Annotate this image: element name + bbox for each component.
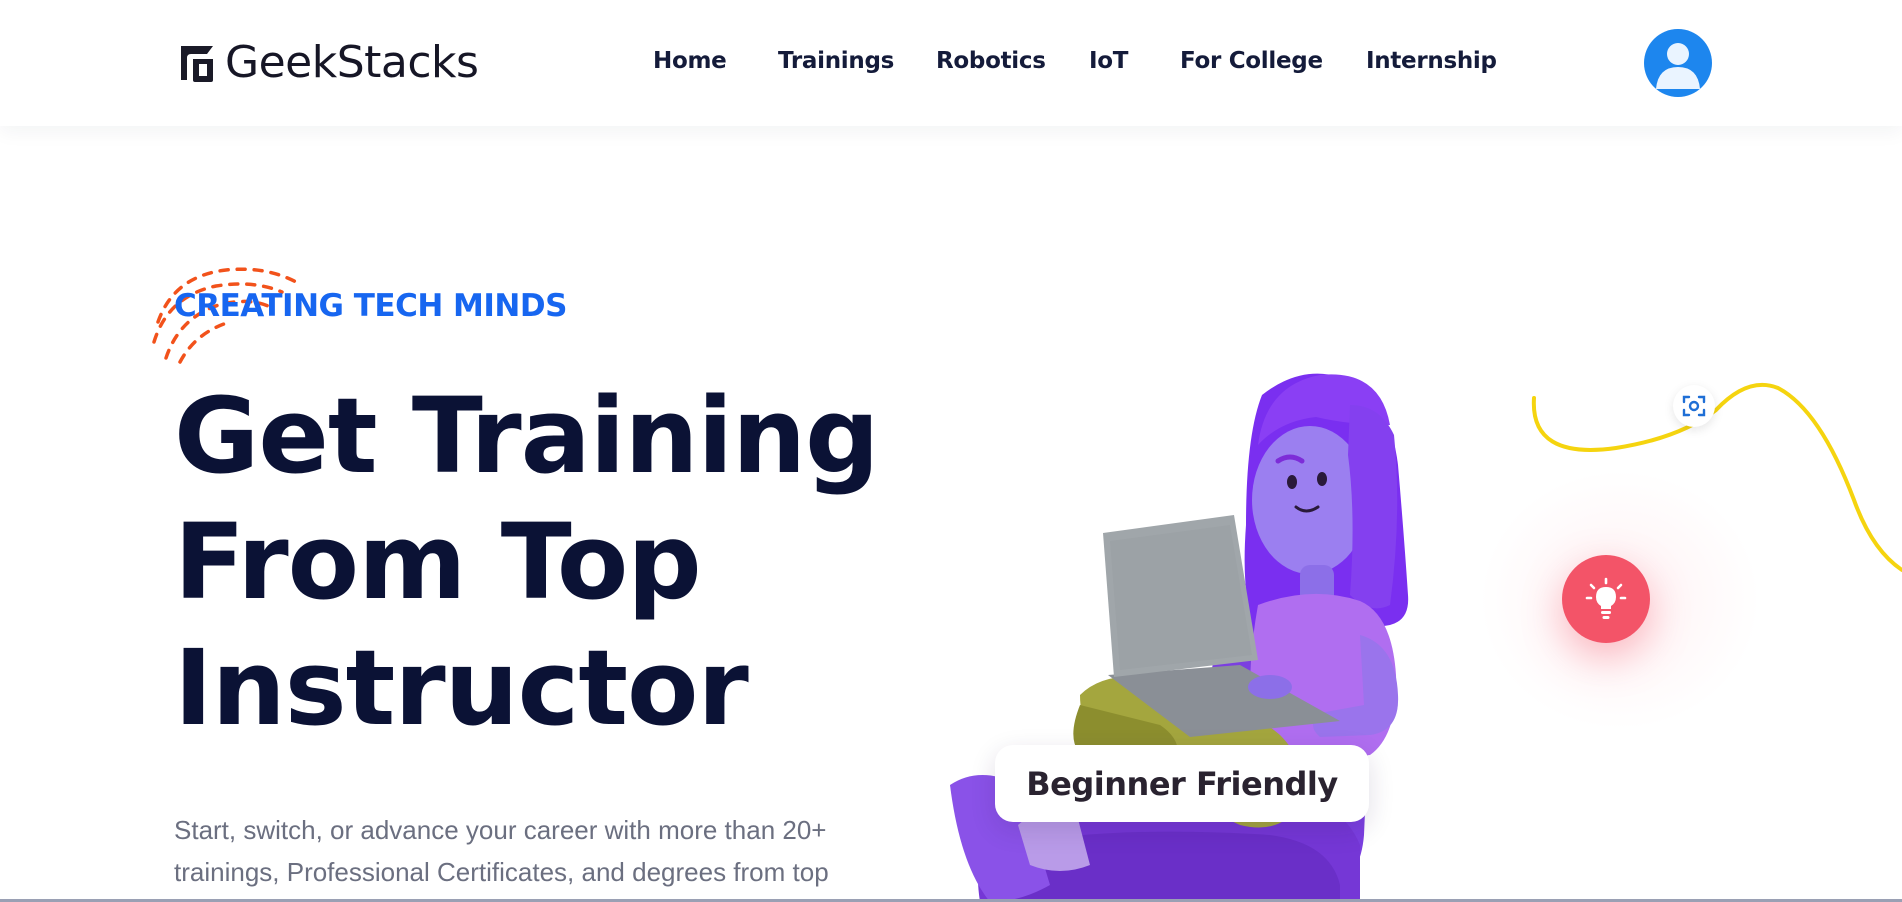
- hero-headline-line-2: From Top: [174, 501, 702, 623]
- user-icon: [1656, 43, 1700, 89]
- nav-iot[interactable]: IoT: [1089, 48, 1128, 74]
- geekstacks-logo-icon: [181, 46, 213, 82]
- idea-button[interactable]: [1562, 555, 1650, 643]
- hero-description-line-1: Start, switch, or advance your career wi…: [174, 815, 827, 845]
- nav-internship[interactable]: Internship: [1366, 48, 1497, 74]
- hero-headline-line-3: Instructor: [174, 627, 749, 749]
- focus-icon: [1682, 395, 1706, 417]
- nav-trainings[interactable]: Trainings: [778, 48, 894, 74]
- lightbulb-icon: [1585, 577, 1627, 619]
- badge-text: Beginner Friendly: [1026, 764, 1338, 803]
- hero-tagline: CREATING TECH MINDS: [174, 288, 567, 324]
- nav-robotics[interactable]: Robotics: [936, 48, 1046, 74]
- nav-home[interactable]: Home: [653, 48, 727, 74]
- logo-text: GeekStacks: [225, 37, 479, 88]
- user-avatar-button[interactable]: [1644, 29, 1712, 97]
- nav-for-college[interactable]: For College: [1180, 48, 1323, 74]
- focus-badge[interactable]: [1673, 385, 1715, 427]
- hero-headline-line-1: Get Training: [174, 375, 880, 497]
- site-header: GeekStacks Home Trainings Robotics IoT F…: [0, 0, 1902, 126]
- beginner-friendly-badge: Beginner Friendly: [995, 745, 1369, 822]
- hero-description-line-2: trainings, Professional Certificates, an…: [174, 857, 829, 887]
- logo[interactable]: GeekStacks: [173, 37, 479, 89]
